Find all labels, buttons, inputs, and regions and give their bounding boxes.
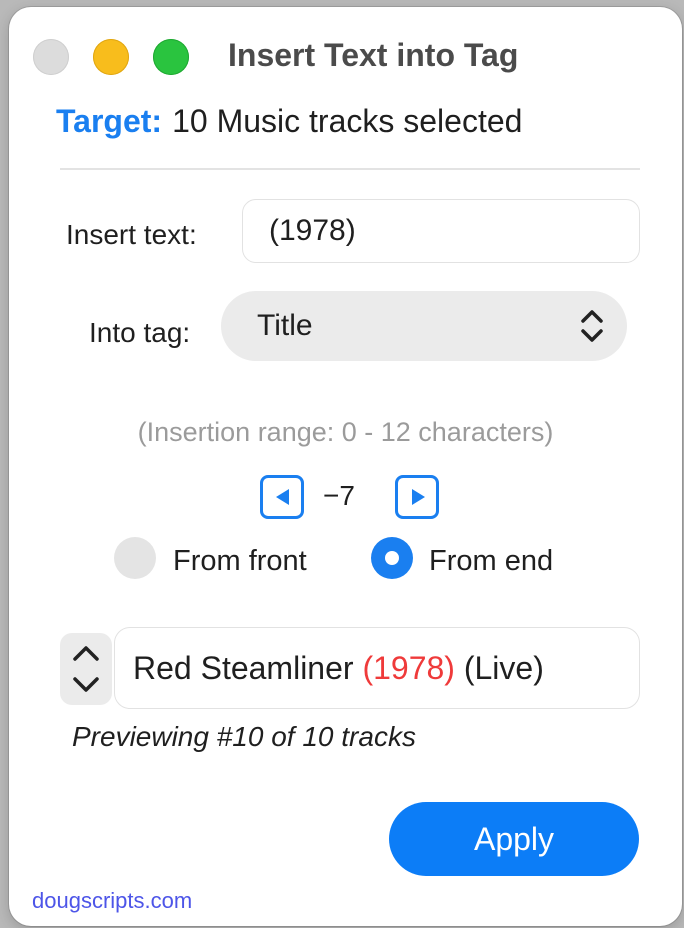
target-row: Target: 10 Music tracks selected bbox=[56, 103, 522, 140]
triangle-right-icon bbox=[412, 489, 425, 505]
minimize-window-button[interactable] bbox=[93, 39, 129, 75]
zoom-window-button[interactable] bbox=[153, 39, 189, 75]
chevron-down-icon[interactable] bbox=[71, 673, 101, 695]
divider bbox=[60, 168, 640, 170]
chevron-up-down-icon bbox=[581, 310, 603, 342]
into-tag-popup[interactable]: Title bbox=[221, 291, 627, 361]
insert-text-label: Insert text: bbox=[66, 219, 197, 250]
offset-decrement-button[interactable] bbox=[260, 475, 304, 519]
window-title: Insert Text into Tag bbox=[228, 37, 519, 73]
offset-increment-button[interactable] bbox=[395, 475, 439, 519]
dougscripts-link[interactable]: dougscripts.com bbox=[32, 888, 192, 914]
preview-inserted-text: (1978) bbox=[362, 650, 455, 686]
from-end-label[interactable]: From end bbox=[429, 545, 553, 578]
preview-after-text: (Live) bbox=[454, 650, 544, 686]
target-value: 10 Music tracks selected bbox=[172, 103, 523, 139]
target-label: Target: bbox=[56, 103, 163, 139]
from-front-radio[interactable] bbox=[114, 537, 156, 579]
apply-button[interactable]: Apply bbox=[389, 802, 639, 876]
offset-value: −7 bbox=[323, 480, 355, 511]
from-front-label[interactable]: From front bbox=[173, 545, 307, 578]
dialog-window: Insert Text into Tag Target: 10 Music tra… bbox=[9, 7, 682, 926]
into-tag-selected: Title bbox=[257, 309, 313, 342]
preview-track-stepper[interactable] bbox=[60, 633, 112, 705]
chevron-up-icon[interactable] bbox=[71, 643, 101, 665]
preview-before-text: Red Steamliner bbox=[133, 650, 363, 686]
from-end-radio[interactable] bbox=[371, 537, 413, 579]
preview-status: Previewing #10 of 10 tracks bbox=[72, 721, 416, 752]
insert-text-field[interactable]: (1978) bbox=[242, 199, 640, 263]
into-tag-label: Into tag: bbox=[89, 317, 191, 348]
triangle-left-icon bbox=[276, 489, 289, 505]
insertion-range-note: (Insertion range: 0 - 12 characters) bbox=[137, 417, 554, 447]
close-window-button[interactable] bbox=[33, 39, 69, 75]
preview-field: Red Steamliner (1978) (Live) bbox=[114, 627, 640, 709]
